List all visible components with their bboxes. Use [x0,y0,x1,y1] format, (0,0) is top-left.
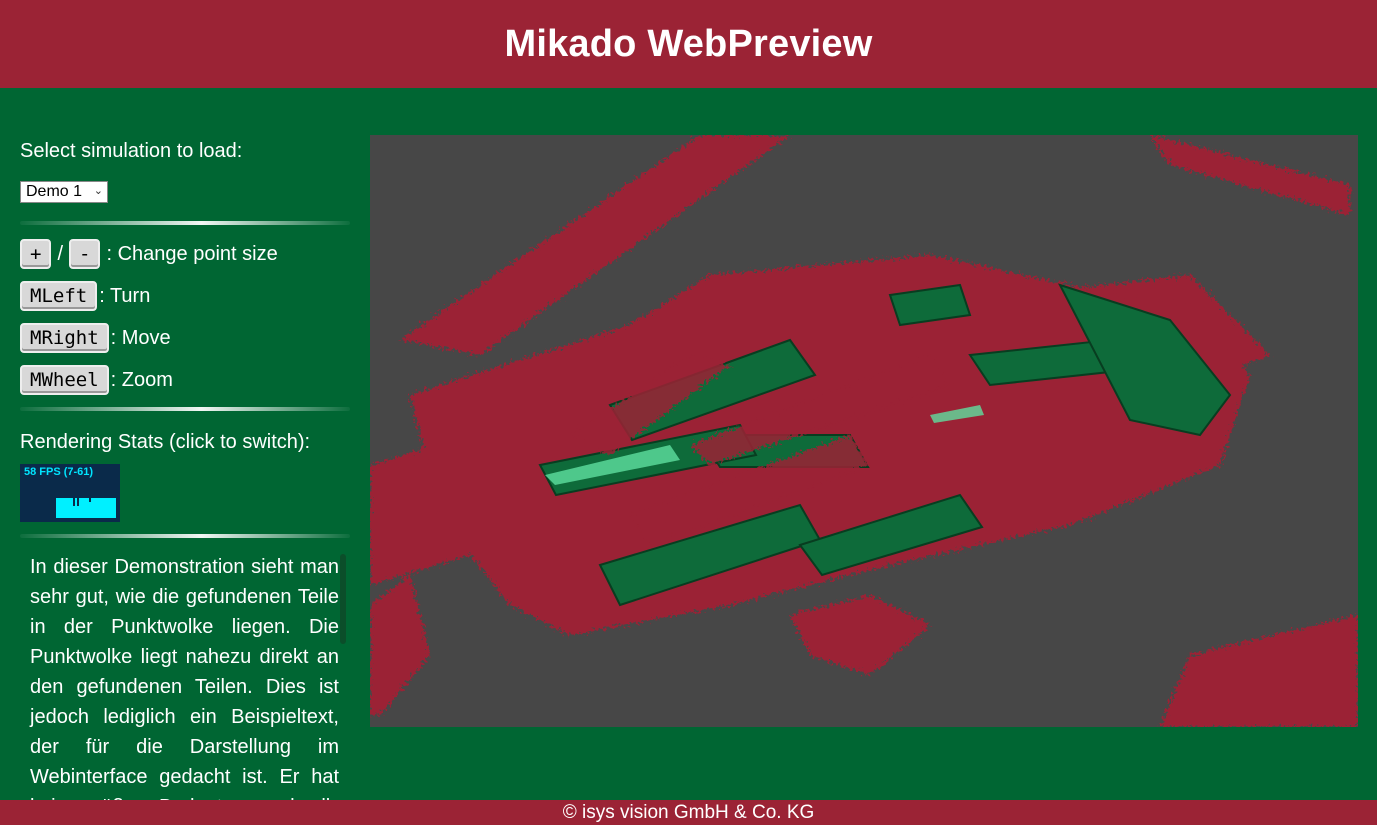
rendering-stats-panel[interactable]: 58 FPS (7-61) [20,464,120,522]
key-mleft: MLeft [20,281,98,311]
control-move: MRight : Move [20,323,350,353]
key-minus: - [69,239,101,269]
fps-graph [56,498,116,518]
chevron-down-icon: ⌄ [93,185,103,197]
key-mright: MRight [20,323,109,353]
fps-graph-tick [77,498,79,506]
fps-readout: 58 FPS (7-61) [24,466,94,478]
control-description: : Turn [99,284,151,307]
control-description: : Change point size [106,242,278,265]
control-description: : Zoom [110,368,173,391]
key-mwheel: MWheel [20,365,109,395]
copyright-text: © isys vision GmbH & Co. KG [562,801,815,823]
app-header: Mikado WebPreview [0,0,1377,88]
select-simulation-label: Select simulation to load: [20,140,243,162]
divider [20,407,350,411]
fps-graph-tick [73,498,75,506]
key-separator: / [57,242,64,265]
control-zoom: MWheel : Zoom [20,365,350,395]
description-scrollbar[interactable] [340,554,346,644]
simulation-select-value: Demo 1 [26,183,83,200]
3d-viewer[interactable] [370,135,1358,727]
rendering-stats-label: Rendering Stats (click to switch): [20,431,311,453]
footer: © isys vision GmbH & Co. KG [0,800,1377,825]
point-cloud-render[interactable] [370,135,1358,727]
controls-list: + / - : Change point size MLeft : Turn M… [20,239,350,395]
control-turn: MLeft : Turn [20,281,350,311]
fps-graph-tick [89,498,91,502]
key-plus: + [20,239,52,269]
control-description: : Move [110,326,171,349]
divider [20,221,350,225]
sidebar: Select simulation to load: Demo 1 ⌄ + / … [20,140,350,538]
divider [20,534,350,538]
page-title: Mikado WebPreview [504,22,873,65]
simulation-select[interactable]: Demo 1 ⌄ [20,181,108,203]
control-point-size: + / - : Change point size [20,239,350,269]
description-text: In dieser Demonstration sieht man sehr g… [30,556,339,818]
